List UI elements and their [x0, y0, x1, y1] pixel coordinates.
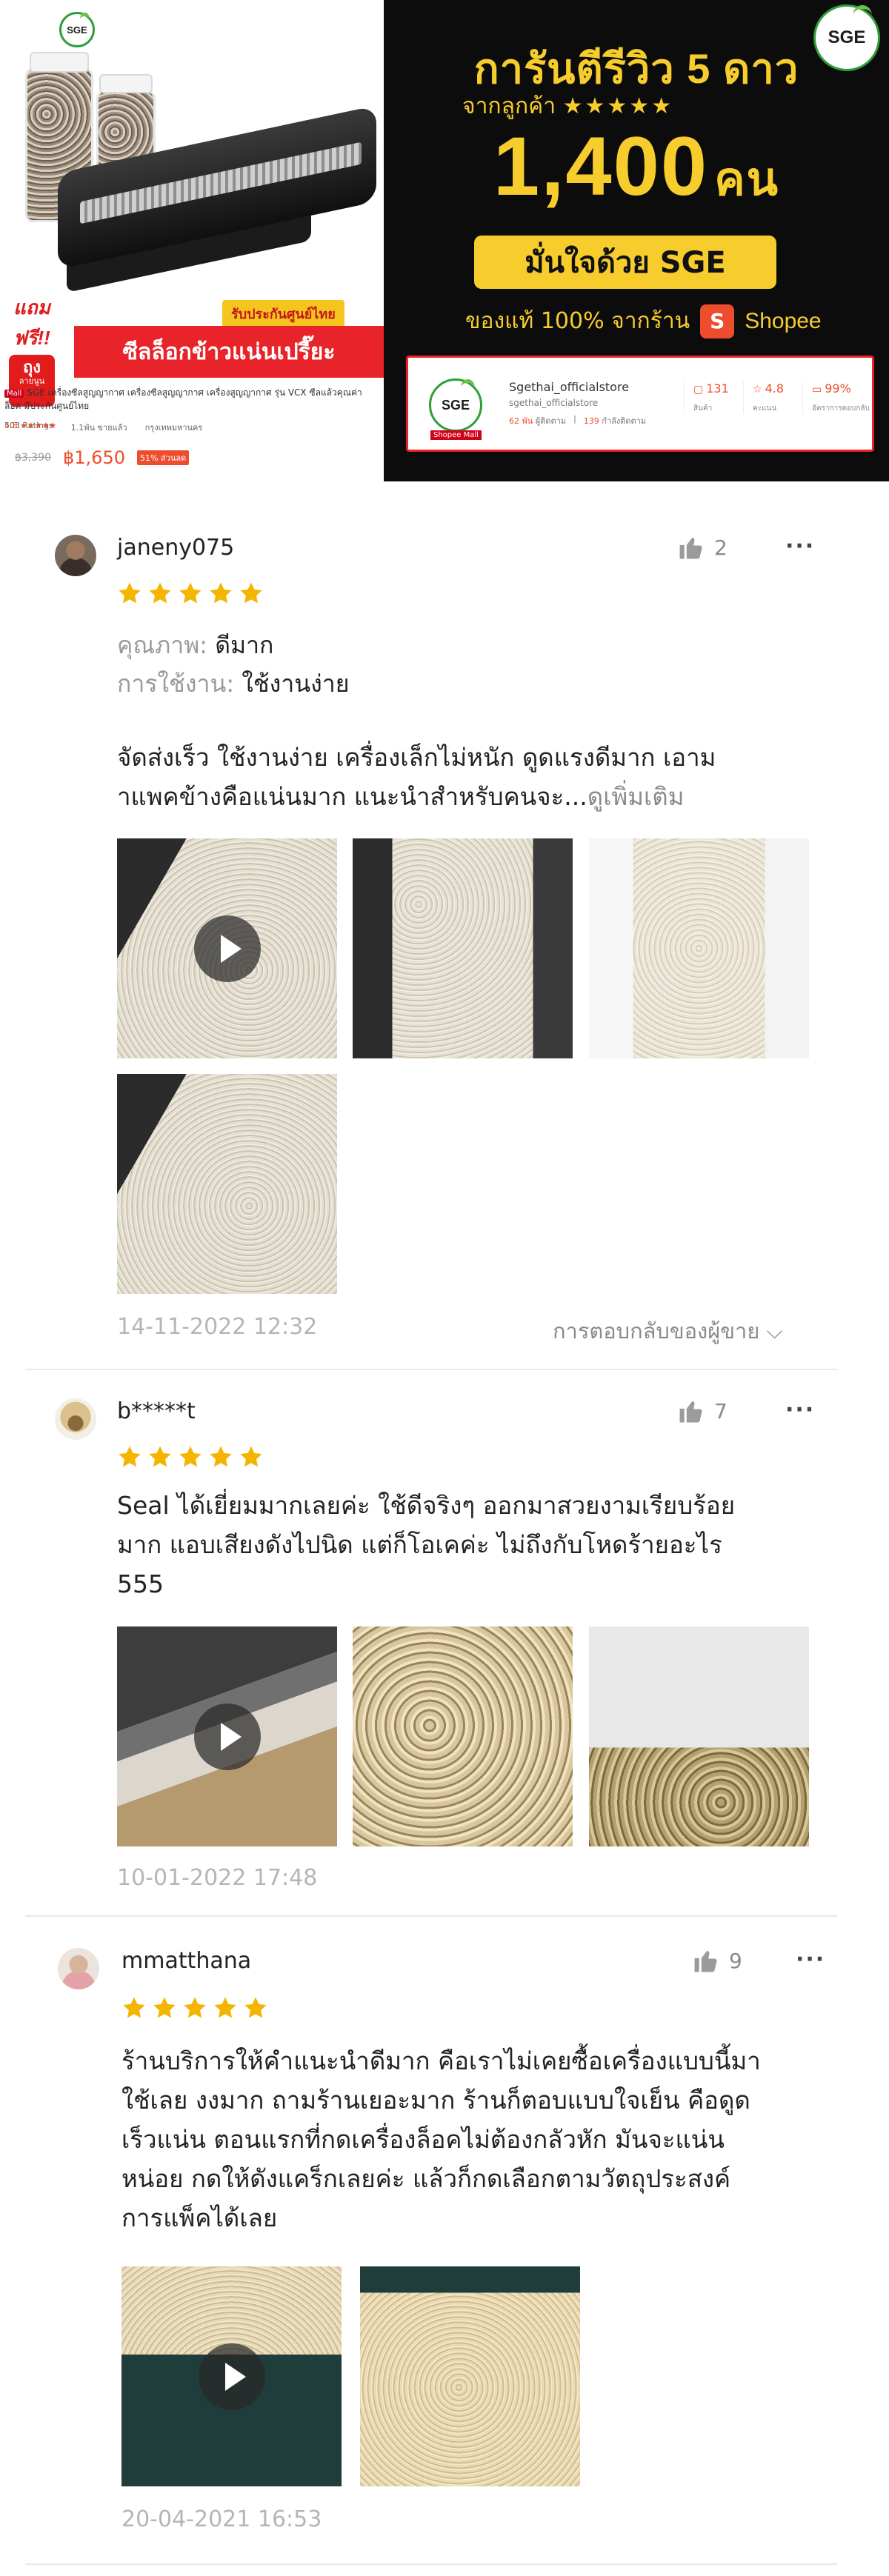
avatar[interactable] [58, 1948, 99, 1989]
review-item: b*****t 7 ··· Seal ได้เยี่ยมมากเลยค่ะ ใช… [25, 1370, 837, 1917]
promo-stars: ★★★★★ [562, 93, 674, 119]
thumbs-up-icon [679, 1401, 702, 1423]
promo-customer-count: 1,400 คน [493, 120, 780, 213]
review-text: ร้านบริการให้คำแนะนำดีมาก คือเราไม่เคยซื… [121, 2046, 761, 2232]
review-text: Seal ได้เยี่ยมมากเลยค่ะ ใช้ดีจริงๆ ออกมา… [117, 1491, 736, 1598]
shopee-mall-tag: Shopee Mall [430, 430, 482, 440]
review-item: mmatthana 9 ··· ร้านบริการให้คำแนะนำดีมา… [25, 1917, 837, 2565]
more-options-button[interactable]: ··· [796, 1946, 825, 1972]
store-handle: sgethai_officialstore [509, 398, 599, 408]
review-photo[interactable] [589, 1626, 809, 1846]
shopee-wordmark: Shopee [745, 308, 822, 333]
star-icon [123, 1997, 145, 2018]
product-location: กรุงเทพมหานคร [144, 423, 203, 433]
review-video-thumbnail[interactable] [117, 838, 337, 1058]
star-icon [119, 1446, 141, 1467]
star-icon [149, 582, 171, 604]
star-outline-icon: ☆ [753, 384, 762, 396]
review-photo[interactable] [353, 1626, 573, 1846]
product-title[interactable]: Mall SGE เครื่องซีลสูญญากาศ เครื่องซีลสูญ… [4, 387, 379, 413]
review-promo: SGE การันตีรีวิว 5 ดาว จากลูกค้า ★★★★★ 1… [384, 0, 889, 481]
review-quality: คุณภาพ: ดีมาก [117, 631, 274, 659]
review-date: 14-11-2022 12:32 [117, 1314, 318, 1340]
review-date: 10-01-2022 17:48 [117, 1865, 318, 1891]
review-item: janeny075 2 ··· คุณภาพ: ดีมาก การใช้งาน:… [25, 481, 837, 1370]
like-count: 7 [714, 1398, 727, 1424]
rice-jar-right-cap [99, 74, 153, 93]
star-icon [153, 1997, 176, 2018]
more-options-button[interactable]: ··· [785, 1397, 815, 1423]
review-photo[interactable] [360, 2266, 580, 2486]
star-icon [119, 582, 141, 604]
sold-count: 1.1พัน ขายแล้ว [70, 423, 127, 433]
product-card[interactable]: SGE แถมฟรี!! ถุง ลายนูน รับประกันศูนย์ไท… [0, 0, 384, 481]
star-icon [210, 582, 232, 604]
store-kpis: ▢ 131 สินค้า ☆ 4.8 คะแนน ▭ 99% อัตราการตอบก… [684, 381, 889, 414]
mall-badge: Mall [4, 390, 24, 398]
product-price: ฿3,390 ฿1,650 51% ส่วนลด [15, 447, 190, 468]
thumbs-up-icon [679, 537, 702, 559]
avatar[interactable] [55, 535, 96, 576]
star-icon [240, 1446, 262, 1467]
username[interactable]: mmatthana [121, 1948, 251, 1974]
sge-logo: SGE [59, 12, 95, 47]
review-photo[interactable] [117, 1074, 337, 1294]
like-button[interactable]: 9 [692, 1948, 742, 1973]
rice-jar-left-cap [30, 52, 89, 73]
play-icon [198, 2343, 265, 2410]
kpi-products: ▢ 131 สินค้า [684, 381, 743, 414]
username[interactable]: b*****t [117, 1398, 196, 1424]
review-text: จัดส่งเร็ว ใช้งานง่าย เครื่องเล็กไม่หนัก… [117, 743, 716, 811]
review-photo[interactable] [353, 838, 573, 1058]
star-icon [210, 1446, 232, 1467]
review-video-thumbnail[interactable] [117, 1626, 337, 1846]
old-price: ฿3,390 [15, 452, 51, 464]
thumbs-up-icon [694, 1950, 717, 1972]
store-name: Sgethai_officialstore [509, 380, 630, 394]
more-options-button[interactable]: ··· [785, 533, 815, 559]
promo-authentic: ของแท้ 100% จากร้าน S Shopee [465, 304, 822, 338]
review-usage: การใช้งาน: ใช้งานง่าย [117, 670, 350, 698]
star-icon [214, 1997, 236, 2018]
star-icon [240, 582, 262, 604]
review-video-thumbnail[interactable] [121, 2266, 342, 2486]
store-card[interactable]: SGE Shopee Mall Sgethai_officialstore sg… [406, 356, 874, 452]
shopee-bag-icon: S [700, 304, 735, 338]
like-count: 9 [729, 1948, 742, 1973]
star-icon [244, 1997, 267, 2018]
star-rating [121, 1995, 268, 2021]
avatar[interactable] [55, 1398, 96, 1440]
product-meta: 4.8 ★★★★★ 503 Ratings 1.1พัน ขายแล้ว กรุ… [4, 421, 379, 434]
see-more-link[interactable]: ดูเพิ่มเติม [587, 782, 685, 811]
promo-banner: SGE แถมฟรี!! ถุง ลายนูน รับประกันศูนย์ไท… [0, 0, 889, 481]
promo-confidence-pill: มั่นใจด้วย SGE [474, 236, 776, 289]
star-icon [184, 1997, 206, 2018]
star-icon [179, 1446, 202, 1467]
star-rating [117, 581, 264, 606]
like-button[interactable]: 7 [677, 1398, 727, 1424]
warranty-tag: รับประกันศูนย์ไทย [222, 300, 344, 327]
like-button[interactable]: 2 [677, 535, 727, 560]
discount-badge: 51% ส่วนลด [136, 450, 190, 465]
seller-reply-toggle[interactable]: การตอบกลับของผู้ขาย ⌵ [553, 1314, 783, 1348]
star-icon [179, 582, 202, 604]
current-price: ฿1,650 [63, 447, 125, 468]
products-icon: ▢ [693, 384, 704, 396]
sge-logo: SGE [429, 378, 482, 432]
star-rating [117, 1444, 264, 1469]
kpi-rating: ☆ 4.8 คะแนน [743, 381, 802, 414]
play-icon [193, 1703, 261, 1770]
kpi-response-rate: ▭ 99% อัตราการตอบกลับ [802, 381, 889, 414]
store-avatar: SGE [429, 378, 482, 432]
review-date: 20-04-2021 16:53 [121, 2506, 322, 2532]
product-tagline: ซีลล็อกข้าวแน่นเปรี๊ยะ [74, 326, 384, 378]
product-rating: 4.8 ★★★★★ [4, 421, 57, 430]
store-stats: 62 พัน ผู้ติดตาม | 139 กำลังติดตาม [509, 414, 647, 426]
review-photo[interactable] [589, 838, 809, 1058]
play-icon [193, 915, 261, 982]
chat-icon: ▭ [812, 384, 822, 396]
username[interactable]: janeny075 [117, 535, 234, 561]
star-icon [149, 1446, 171, 1467]
like-count: 2 [714, 535, 727, 560]
